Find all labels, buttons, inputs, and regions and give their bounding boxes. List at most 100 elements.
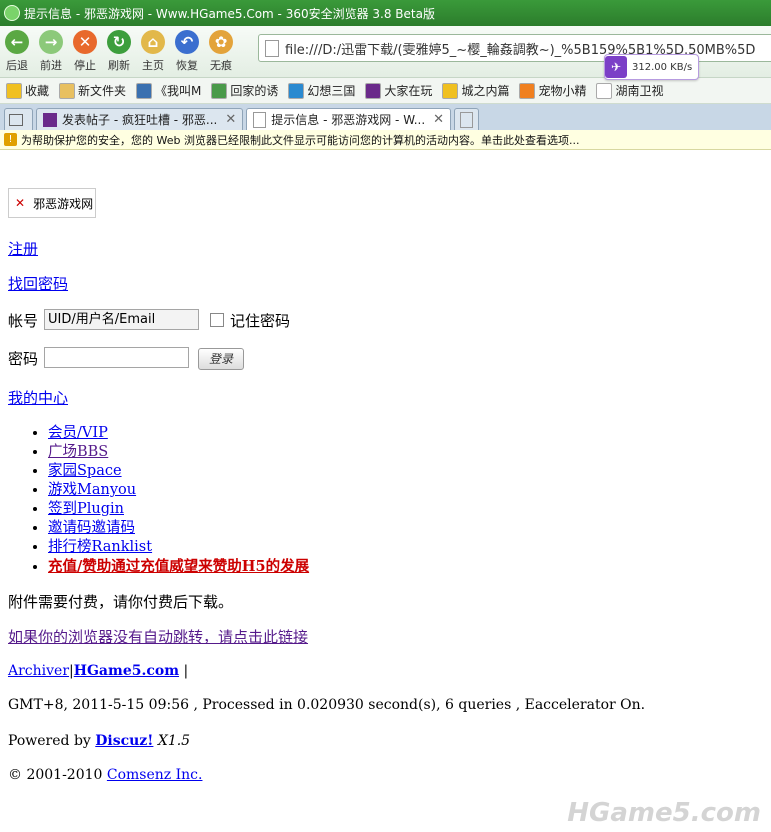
logo-alt: 邪恶游戏网 <box>33 196 94 211</box>
favorite-label: 新文件夹 <box>78 84 127 98</box>
account-input[interactable]: UID/用户名/Email <box>44 309 199 330</box>
favorite-icon <box>211 82 228 99</box>
browser-logo-icon <box>4 5 20 21</box>
security-info-bar[interactable]: ! 为帮助保护您的安全，您的 Web 浏览器已经限制此文件显示可能访问您的计算机… <box>0 130 771 150</box>
favorite-item[interactable]: 新文件夹 <box>59 82 126 99</box>
favorite-label: 大家在玩 <box>384 84 433 98</box>
copyright-prefix: © 2001-2010 <box>8 767 107 783</box>
menu-link[interactable]: 签到Plugin <box>48 501 124 517</box>
tab-label: 发表帖子 - 疯狂吐槽 - 邪恶... <box>62 113 218 127</box>
watermark: HGame5.com <box>567 798 761 828</box>
favorite-icon <box>136 82 153 99</box>
menu-item: 邀请码邀请码 <box>48 519 309 538</box>
toolbar-button-2[interactable]: ✕ 停止 <box>70 26 100 73</box>
menu-item: 游戏Manyou <box>48 481 309 500</box>
favorite-item[interactable]: 宠物小精 <box>519 82 586 99</box>
favorite-label: 城之内篇 <box>461 84 510 98</box>
archiver-link[interactable]: Archiver <box>8 663 69 679</box>
favorite-item[interactable]: 大家在玩 <box>365 82 432 99</box>
site-link[interactable]: HGame5.com <box>74 663 179 679</box>
toolbar-label: 无痕 <box>210 59 232 72</box>
menu-item: 排行榜Ranklist <box>48 538 309 557</box>
footer-separator: | <box>179 663 189 679</box>
favorite-label: 幻想三国 <box>307 84 356 98</box>
favorite-icon <box>6 82 22 99</box>
bird-icon: ✈ <box>605 56 627 78</box>
discuz-link[interactable]: Discuz! <box>95 733 153 749</box>
tab-list-button[interactable] <box>4 108 33 130</box>
favorites-bar: 收藏 新文件夹 《我叫M 回家的诱 幻想三国 大家在玩 城之内篇 宠物小精 湖南卫视 <box>0 78 771 104</box>
shield-icon: ! <box>4 133 17 146</box>
favorite-icon <box>442 82 459 99</box>
favorite-item[interactable]: 收藏 <box>6 82 49 99</box>
favorite-icon <box>596 82 613 99</box>
favorite-icon <box>519 82 536 99</box>
menu-link[interactable]: 游戏Manyou <box>48 482 136 498</box>
toolbar-icon: ← <box>5 30 29 54</box>
powered-prefix: Powered by <box>8 733 96 749</box>
tab-label: 提示信息 - 邪恶游戏网 - W... <box>271 113 426 127</box>
favorite-item[interactable]: 湖南卫视 <box>596 82 663 99</box>
favorite-label: 湖南卫视 <box>615 84 664 98</box>
toolbar-button-1[interactable]: → 前进 <box>36 26 66 73</box>
toolbar-label: 恢复 <box>176 59 198 72</box>
title-bar: 提示信息 - 邪恶游戏网 - Www.HGame5.Com - 360安全浏览器… <box>0 0 771 26</box>
site-favicon-icon <box>43 112 57 127</box>
menu-link[interactable]: 邀请码邀请码 <box>48 520 135 536</box>
toolbar-button-4[interactable]: ⌂ 主页 <box>138 26 168 73</box>
password-label: 密码 <box>8 350 39 368</box>
my-center-link[interactable]: 我的中心 <box>8 389 68 407</box>
favorite-item[interactable]: 幻想三国 <box>288 82 355 99</box>
menu-item: 签到Plugin <box>48 500 309 519</box>
version-text: X1.5 <box>153 733 191 749</box>
login-button[interactable]: 登录 <box>198 348 244 370</box>
password-input[interactable] <box>44 347 189 368</box>
account-label: 帐号 <box>8 312 39 330</box>
register-link[interactable]: 注册 <box>8 240 38 258</box>
toolbar-label: 主页 <box>142 59 164 72</box>
menu-item: 家园Space <box>48 462 309 481</box>
menu-item: 会员/VIP <box>48 424 309 443</box>
site-logo[interactable]: ✕ 邪恶游戏网 <box>8 188 96 218</box>
recover-password-link[interactable]: 找回密码 <box>8 275 68 293</box>
tab-bar: 发表帖子 - 疯狂吐槽 - 邪恶... ✕ 提示信息 - 邪恶游戏网 - W..… <box>0 104 771 130</box>
toolbar-button-6[interactable]: ✿ 无痕 <box>206 26 236 73</box>
info-text: 为帮助保护您的安全，您的 Web 浏览器已经限制此文件显示可能访问您的计算机的活… <box>21 133 580 147</box>
toolbar-button-0[interactable]: ← 后退 <box>2 26 32 73</box>
tab-close-icon[interactable]: ✕ <box>225 112 236 127</box>
menu-link[interactable]: 排行榜Ranklist <box>48 539 152 555</box>
favorite-item[interactable]: 城之内篇 <box>442 82 509 99</box>
toolbar-icon: ✿ <box>209 30 233 54</box>
remember-checkbox[interactable] <box>210 313 224 327</box>
tab-close-icon[interactable]: ✕ <box>433 112 444 127</box>
menu-link[interactable]: 广场BBS <box>48 444 108 460</box>
payment-message: 附件需要付费，请你付费后下载。 <box>8 593 234 611</box>
remember-label: 记住密码 <box>230 312 291 330</box>
menu-link[interactable]: 家园Space <box>48 463 122 479</box>
page-icon <box>253 111 267 128</box>
broken-image-icon: ✕ <box>15 196 26 210</box>
favorite-icon <box>365 82 382 99</box>
download-speed-widget[interactable]: ✈ 312.00 KB/s <box>604 54 700 80</box>
toolbar-icon: ↻ <box>107 30 131 54</box>
favorite-item[interactable]: 回家的诱 <box>211 82 278 99</box>
menu-link[interactable]: 会员/VIP <box>48 425 108 441</box>
toolbar-icon: ⌂ <box>141 30 165 54</box>
favorite-label: 收藏 <box>25 84 50 98</box>
favorite-item[interactable]: 《我叫M <box>136 82 201 99</box>
new-tab-button[interactable] <box>454 108 480 130</box>
toolbar-icon: ✕ <box>73 30 97 54</box>
page-icon <box>265 39 279 57</box>
comsenz-link[interactable]: Comsenz Inc. <box>107 767 203 783</box>
redirect-link[interactable]: 如果你的浏览器没有自动跳转，请点击此链接 <box>8 628 308 646</box>
recharge-link[interactable]: 充值/赞助通过充值威望来赞助H5的发展 <box>48 558 309 575</box>
speed-text: 312.00 KB/s <box>632 61 693 73</box>
toolbar-icon: ↶ <box>175 30 199 54</box>
nav-menu: 会员/VIP 广场BBS 家园Space 游戏Manyou 签到Plugin 邀请码邀请码… <box>8 424 309 576</box>
toolbar-button-5[interactable]: ↶ 恢复 <box>172 26 202 73</box>
toolbar-button-3[interactable]: ↻ 刷新 <box>104 26 134 73</box>
tab-post[interactable]: 发表帖子 - 疯狂吐槽 - 邪恶... ✕ <box>36 108 244 130</box>
toolbar-icon: → <box>39 30 63 54</box>
processed-info: GMT+8, 2011-5-15 09:56 , Processed in 0.… <box>8 697 646 713</box>
tab-active[interactable]: 提示信息 - 邪恶游戏网 - W... ✕ <box>246 108 452 130</box>
